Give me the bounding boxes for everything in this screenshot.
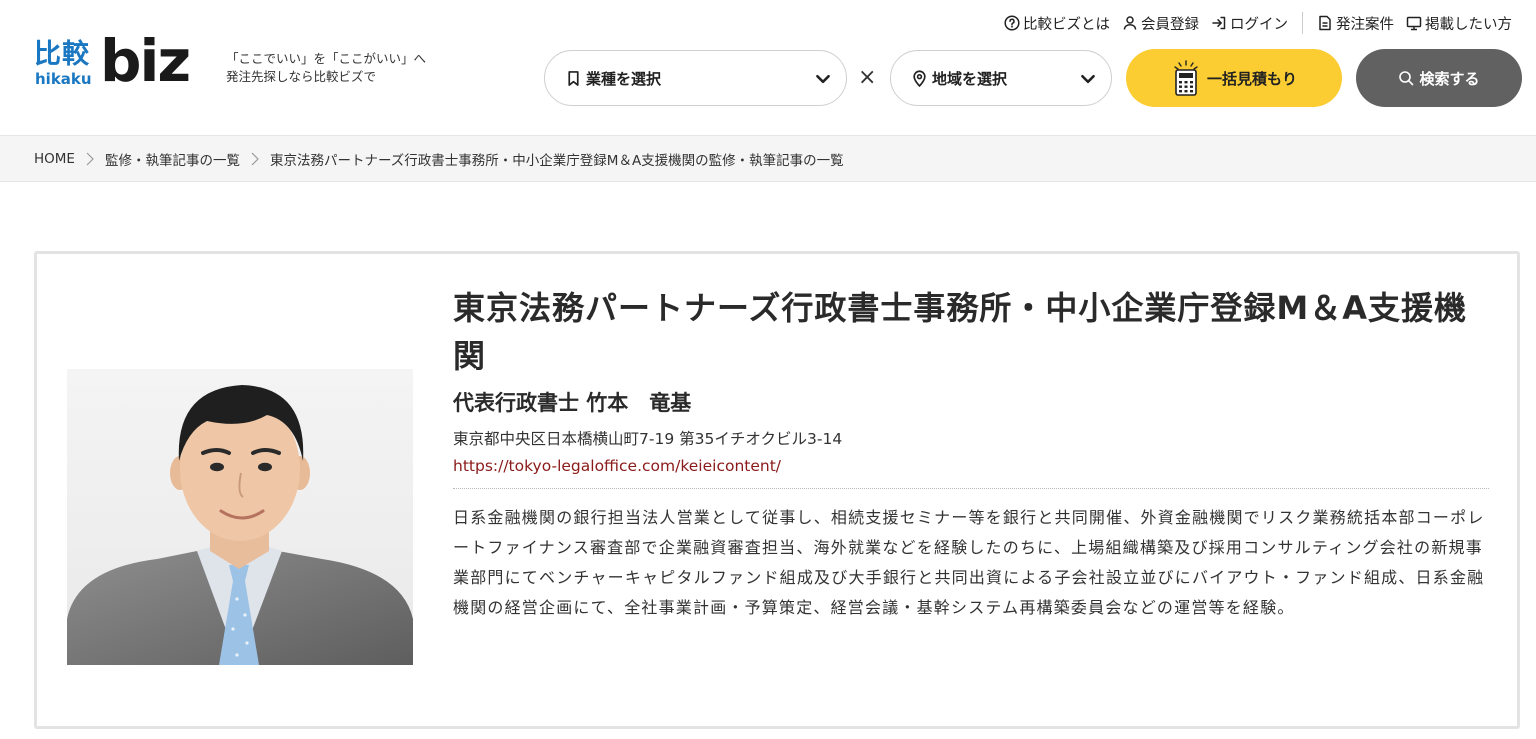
bulk-quote-button[interactable]: 一括見積もり bbox=[1126, 49, 1342, 107]
office-address: 東京都中央区日本橋横山町7-19 第35イチオクビル3-14 bbox=[453, 430, 843, 448]
representative-name: 代表行政書士 竹本 竜基 bbox=[453, 391, 692, 415]
organization-name: 東京法務パートナーズ行政書士事務所・中小企業庁登録M＆A支援機関 bbox=[453, 289, 1468, 375]
chevron-right-icon bbox=[86, 152, 94, 165]
portrait-image bbox=[67, 369, 413, 665]
nav-login-link[interactable]: ログイン bbox=[1211, 13, 1288, 34]
nav-about-label: 比較ビズとは bbox=[1023, 16, 1110, 33]
nav-register-link[interactable]: 会員登録 bbox=[1122, 13, 1199, 34]
tagline-line-1: 「ここでいい」を「ここがいい」へ bbox=[226, 51, 427, 66]
logo-romaji: hikaku bbox=[35, 70, 92, 88]
calculator-icon bbox=[1174, 60, 1198, 96]
chevron-right-icon bbox=[251, 152, 259, 165]
nav-orders-link[interactable]: 発注案件 bbox=[1317, 13, 1394, 34]
document-icon bbox=[1319, 15, 1331, 31]
breadcrumb: HOME 監修・執筆記事の一覧 東京法務パートナーズ行政書士事務所・中小企業庁登… bbox=[0, 135, 1536, 182]
nav-orders-label: 発注案件 bbox=[1336, 16, 1394, 33]
breadcrumb-current: 東京法務パートナーズ行政書士事務所・中小企業庁登録M＆A支援機関の監修・執筆記事… bbox=[269, 152, 844, 169]
question-circle-icon bbox=[1004, 15, 1020, 31]
nav-divider bbox=[1302, 12, 1303, 34]
site-logo[interactable]: 比較 hikaku biz bbox=[34, 30, 202, 92]
nav-listing-link[interactable]: 掲載したい方 bbox=[1406, 13, 1512, 34]
breadcrumb-articles[interactable]: 監修・執筆記事の一覧 bbox=[105, 149, 240, 169]
profile-photo bbox=[67, 369, 413, 665]
site-tagline: 「ここでいい」を「ここがいい」へ 発注先探しなら比較ビズで bbox=[226, 50, 426, 86]
region-select[interactable]: 地域を選択 bbox=[890, 50, 1112, 106]
times-separator: × bbox=[858, 65, 877, 90]
bookmark-icon bbox=[568, 70, 579, 86]
nav-listing-label: 掲載したい方 bbox=[1425, 16, 1512, 33]
logo-biz: biz bbox=[100, 27, 191, 95]
user-icon bbox=[1123, 16, 1137, 30]
industry-select-label: 業種を選択 bbox=[586, 69, 662, 88]
breadcrumb-home[interactable]: HOME bbox=[34, 151, 75, 167]
nav-register-label: 会員登録 bbox=[1141, 16, 1199, 33]
location-pin-icon bbox=[913, 70, 926, 87]
login-arrow-icon bbox=[1212, 16, 1226, 30]
profile-card: 東京法務パートナーズ行政書士事務所・中小企業庁登録M＆A支援機関 代表行政書士 … bbox=[34, 251, 1520, 729]
logo-kanji: 比較 bbox=[34, 39, 90, 70]
nav-about-link[interactable]: 比較ビズとは bbox=[1004, 13, 1110, 34]
dotted-divider bbox=[453, 488, 1489, 489]
region-select-label: 地域を選択 bbox=[932, 69, 1008, 88]
search-icon bbox=[1399, 71, 1414, 86]
industry-select[interactable]: 業種を選択 bbox=[544, 50, 847, 106]
profile-bio: 日系金融機関の銀行担当法人営業として従事し、相続支援セミナー等を銀行と共同開催、… bbox=[453, 508, 1485, 617]
profile-info: 東京法務パートナーズ行政書士事務所・中小企業庁登録M＆A支援機関 代表行政書士 … bbox=[453, 284, 1493, 623]
chevron-down-icon bbox=[1081, 74, 1095, 84]
search-button-label: 検索する bbox=[1419, 69, 1480, 88]
website-link[interactable]: https://tokyo-legaloffice.com/keieiconte… bbox=[453, 454, 781, 478]
monitor-icon bbox=[1406, 16, 1422, 31]
tagline-line-2: 発注先探しなら比較ビズで bbox=[226, 69, 377, 84]
site-header: 比較 hikaku biz 「ここでいい」を「ここがいい」へ 発注先探しなら比較… bbox=[0, 0, 1536, 133]
search-button[interactable]: 検索する bbox=[1356, 49, 1522, 107]
utility-nav: 比較ビズとは 会員登録 ログイン 発注案件 掲載したい方 bbox=[992, 12, 1512, 34]
nav-login-label: ログイン bbox=[1230, 16, 1288, 33]
bulk-quote-label: 一括見積もり bbox=[1206, 69, 1297, 88]
chevron-down-icon bbox=[816, 74, 830, 84]
